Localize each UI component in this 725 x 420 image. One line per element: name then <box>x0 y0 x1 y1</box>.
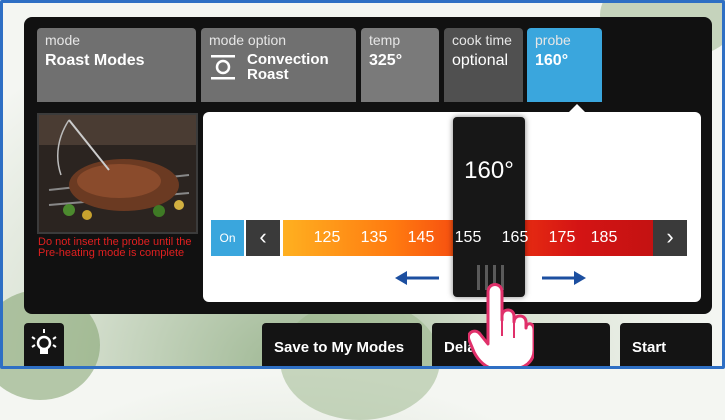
tab-cook-time[interactable]: cook time optional <box>444 28 523 102</box>
tab-label: probe <box>535 32 571 48</box>
scale-tick: 185 <box>590 229 618 246</box>
scale-left-button[interactable]: ‹ <box>246 220 280 256</box>
tab-mode-option[interactable]: mode option Convection Roast <box>201 28 356 102</box>
scale-tick: 145 <box>407 229 435 246</box>
tab-value: optional <box>452 52 509 69</box>
scale-tick: 135 <box>360 229 388 246</box>
arrow-left-icon <box>395 271 439 285</box>
tab-label: mode <box>45 32 81 48</box>
light-bulb-icon <box>31 329 57 354</box>
tab-label: temp <box>369 32 401 48</box>
chevron-left-icon: ‹ <box>259 224 267 249</box>
tab-value: Convection Roast <box>247 51 329 83</box>
start-button[interactable]: Start <box>620 323 712 369</box>
scale-tick: 175 <box>548 229 576 246</box>
probe-warning: Do not insert the probe until the Pre-he… <box>38 236 192 259</box>
tab-label: cook time <box>452 32 512 48</box>
scale-tick: 155 <box>454 229 482 246</box>
convection-roast-icon <box>209 53 237 81</box>
probe-control-area <box>203 112 701 302</box>
slider-value: 160° <box>464 157 514 184</box>
tab-probe[interactable]: probe 160° <box>527 28 602 102</box>
probe-on-button[interactable]: On <box>211 220 244 256</box>
tab-value: 325° <box>369 52 403 69</box>
arrow-right-icon <box>542 271 586 285</box>
pointing-hand-icon <box>468 283 534 369</box>
tab-value: Roast Modes <box>45 52 145 69</box>
tab-mode[interactable]: mode Roast Modes <box>37 28 196 102</box>
tab-value: 160° <box>535 52 569 69</box>
chevron-right-icon: › <box>666 224 674 249</box>
save-to-my-modes-button[interactable]: Save to My Modes <box>262 323 422 369</box>
probe-photo <box>37 113 198 234</box>
scale-tick: 125 <box>313 229 341 246</box>
tab-temp[interactable]: temp 325° <box>361 28 439 102</box>
scale-right-button[interactable]: › <box>653 220 687 256</box>
scale-tick: 165 <box>501 229 529 246</box>
oven-light-button[interactable] <box>24 323 64 369</box>
tab-label: mode option <box>209 32 287 48</box>
